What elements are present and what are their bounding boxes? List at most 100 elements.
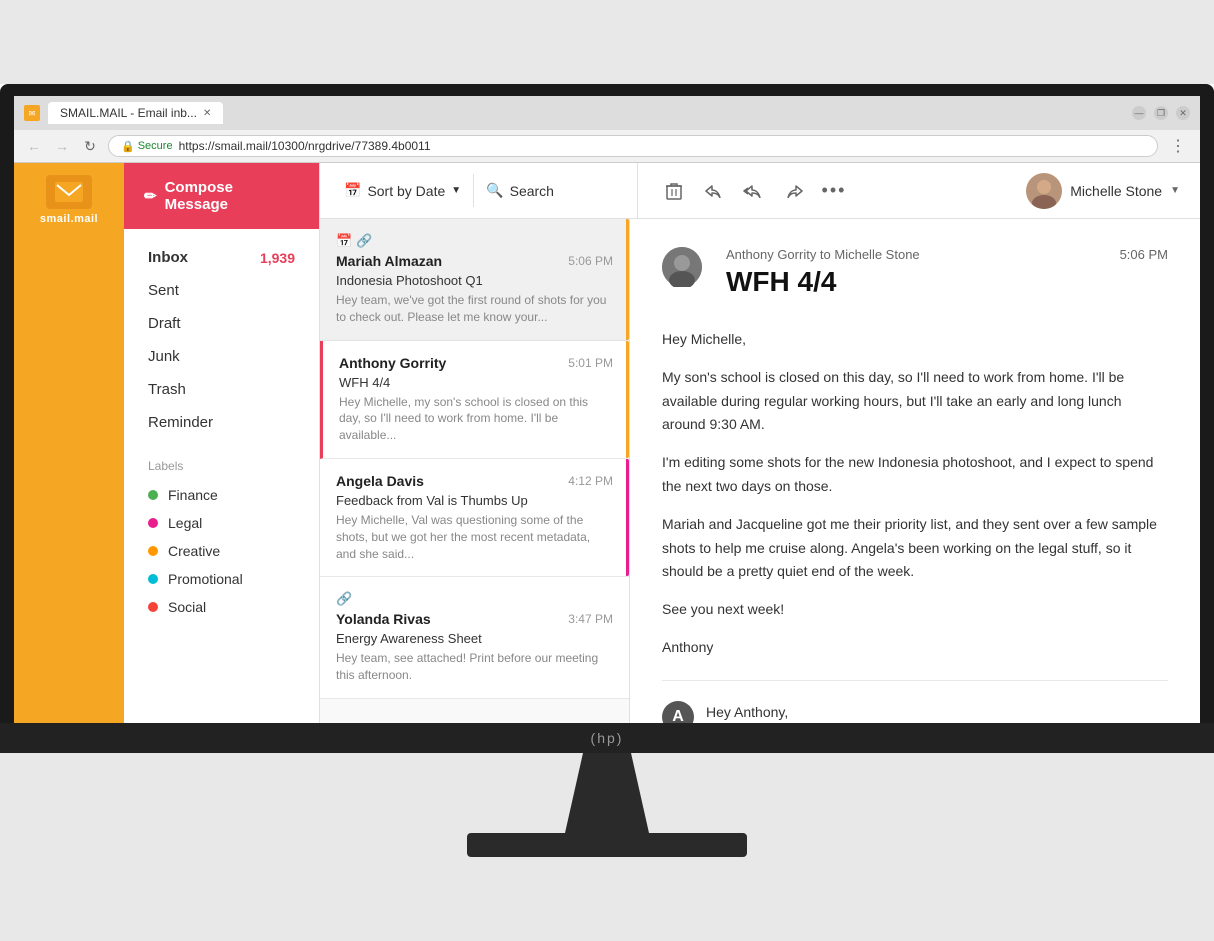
label-creative[interactable]: Creative — [148, 537, 295, 565]
sort-label: Sort by Date — [367, 183, 445, 199]
email-time-1: 5:06 PM — [568, 254, 613, 268]
window-controls: — ❐ ✕ — [1132, 106, 1190, 120]
browser-chrome: ✉ SMAIL.MAIL - Email inb... ✕ — ❐ ✕ ← → … — [14, 96, 1200, 163]
label-social[interactable]: Social — [148, 593, 295, 621]
email-sender-1: Mariah Almazan — [336, 253, 442, 269]
compose-area: ✏ Compose Message — [124, 163, 319, 229]
label-social-text: Social — [168, 599, 206, 615]
message-divider — [662, 680, 1168, 681]
label-legal[interactable]: Legal — [148, 509, 295, 537]
link-icon-1: 🔗 — [356, 233, 372, 249]
legal-dot — [148, 518, 158, 528]
message-body: Hey Michelle, My son's school is closed … — [662, 328, 1168, 660]
user-name: Michelle Stone — [1070, 183, 1162, 199]
email-subject-2: WFH 4/4 — [339, 375, 613, 390]
nav-item-junk-label: Junk — [148, 348, 180, 365]
delete-button[interactable] — [658, 175, 690, 207]
nav-item-reminder-label: Reminder — [148, 414, 213, 431]
sort-chevron-icon: ▼ — [451, 185, 461, 196]
monitor-base — [467, 833, 747, 857]
sidebar: smail.mail — [14, 163, 124, 723]
favicon-icon: ✉ — [24, 105, 40, 121]
url-text: https://smail.mail/10300/nrgdrive/77389.… — [179, 139, 431, 153]
inbox-badge: 1,939 — [260, 250, 295, 266]
user-avatar — [1026, 173, 1062, 209]
email-preview-2: Hey Michelle, my son's school is closed … — [339, 394, 613, 444]
reply-greeting: Hey Anthony, — [706, 701, 1168, 723]
message-from-to: Anthony Gorrity to Michelle Stone — [726, 247, 920, 262]
reply-button[interactable] — [698, 175, 730, 207]
promotional-dot — [148, 574, 158, 584]
left-nav-panel: ✏ Compose Message Inbox 1,939 Sent Draft — [124, 163, 320, 723]
nav-items-list: Inbox 1,939 Sent Draft Junk Trash — [124, 229, 319, 451]
nav-item-sent[interactable]: Sent — [124, 274, 319, 307]
email-preview-4: Hey team, see attached! Print before our… — [336, 650, 613, 684]
secure-badge: 🔒 Secure — [121, 140, 173, 153]
reading-pane: Anthony Gorrity to Michelle Stone 5:06 P… — [630, 219, 1200, 723]
nav-item-inbox-label: Inbox — [148, 249, 188, 266]
browser-addressbar: ← → ↻ 🔒 Secure https://smail.mail/10300/… — [14, 130, 1200, 162]
email-sender-3: Angela Davis — [336, 473, 424, 489]
compose-button[interactable]: ✏ Compose Message — [124, 163, 319, 229]
search-label: Search — [510, 183, 554, 199]
compose-icon: ✏ — [144, 187, 157, 205]
label-legal-text: Legal — [168, 515, 202, 531]
body-signoff: See you next week! — [662, 598, 1168, 622]
refresh-button[interactable]: ↻ — [80, 136, 100, 156]
user-chevron-icon: ▼ — [1170, 185, 1180, 196]
label-finance[interactable]: Finance — [148, 481, 295, 509]
hp-logo: (hp) — [591, 730, 624, 746]
user-area[interactable]: Michelle Stone ▼ — [1018, 173, 1188, 209]
compose-label: Compose Message — [165, 179, 299, 213]
more-options-button[interactable]: ••• — [818, 175, 850, 207]
finance-dot — [148, 490, 158, 500]
forward-button[interactable]: → — [52, 136, 72, 156]
email-time-4: 3:47 PM — [568, 612, 613, 626]
email-item-1[interactable]: 📅 🔗 Mariah Almazan 5:06 PM Indonesia Pho… — [320, 219, 629, 341]
email-preview-3: Hey Michelle, Val was questioning some o… — [336, 512, 613, 562]
nav-item-reminder[interactable]: Reminder — [124, 406, 319, 439]
reply-avatar: A — [662, 701, 694, 723]
nav-item-junk[interactable]: Junk — [124, 340, 319, 373]
tab-close-icon[interactable]: ✕ — [203, 108, 211, 119]
label-promotional[interactable]: Promotional — [148, 565, 295, 593]
browser-tab[interactable]: SMAIL.MAIL - Email inb... ✕ — [48, 102, 223, 124]
email-item-2[interactable]: Anthony Gorrity 5:01 PM WFH 4/4 Hey Mich… — [320, 341, 629, 459]
app-logo: smail.mail — [39, 175, 99, 225]
maximize-button[interactable]: ❐ — [1154, 106, 1168, 120]
main-toolbar: 📅 Sort by Date ▼ 🔍 Search — [320, 163, 1200, 219]
nav-item-draft[interactable]: Draft — [124, 307, 319, 340]
logo-icon — [46, 175, 92, 209]
search-button[interactable]: 🔍 Search — [473, 174, 566, 207]
email-preview-1: Hey team, we've got the first round of s… — [336, 292, 613, 326]
browser-menu-button[interactable]: ⋮ — [1166, 136, 1190, 156]
label-creative-text: Creative — [168, 543, 220, 559]
address-bar[interactable]: 🔒 Secure https://smail.mail/10300/nrgdri… — [108, 135, 1158, 157]
reply-body: Hey Anthony, Family first! Make sure you… — [706, 701, 1168, 723]
content-row: 📅 🔗 Mariah Almazan 5:06 PM Indonesia Pho… — [320, 219, 1200, 723]
message-subject: WFH 4/4 — [726, 266, 1168, 298]
forward-button[interactable] — [778, 175, 810, 207]
monitor-shell: ✉ SMAIL.MAIL - Email inb... ✕ — ❐ ✕ ← → … — [0, 84, 1214, 753]
labels-header: Labels — [148, 459, 295, 473]
back-button[interactable]: ← — [24, 136, 44, 156]
sort-by-date-button[interactable]: 📅 Sort by Date ▼ — [332, 174, 473, 207]
nav-item-inbox[interactable]: Inbox 1,939 — [124, 241, 319, 274]
email-subject-3: Feedback from Val is Thumbs Up — [336, 493, 613, 508]
email-item-4[interactable]: 🔗 Yolanda Rivas 3:47 PM Energy Awareness… — [320, 577, 629, 699]
message-sender-avatar — [662, 247, 702, 287]
reply-all-button[interactable] — [738, 175, 770, 207]
reply-section: A 🔗 Hey Anthony, Family first! Make sure… — [662, 701, 1168, 723]
main-content: 📅 Sort by Date ▼ 🔍 Search — [320, 163, 1200, 723]
body-para-1: My son's school is closed on this day, s… — [662, 366, 1168, 437]
email-item-3[interactable]: Angela Davis 4:12 PM Feedback from Val i… — [320, 459, 629, 577]
email-time-2: 5:01 PM — [568, 356, 613, 370]
body-greeting: Hey Michelle, — [662, 328, 1168, 352]
toolbar-left: 📅 Sort by Date ▼ 🔍 Search — [332, 163, 638, 218]
monitor-stand — [547, 753, 667, 833]
email-sender-4: Yolanda Rivas — [336, 611, 431, 627]
close-button[interactable]: ✕ — [1176, 106, 1190, 120]
label-promotional-text: Promotional — [168, 571, 243, 587]
minimize-button[interactable]: — — [1132, 106, 1146, 120]
nav-item-trash[interactable]: Trash — [124, 373, 319, 406]
